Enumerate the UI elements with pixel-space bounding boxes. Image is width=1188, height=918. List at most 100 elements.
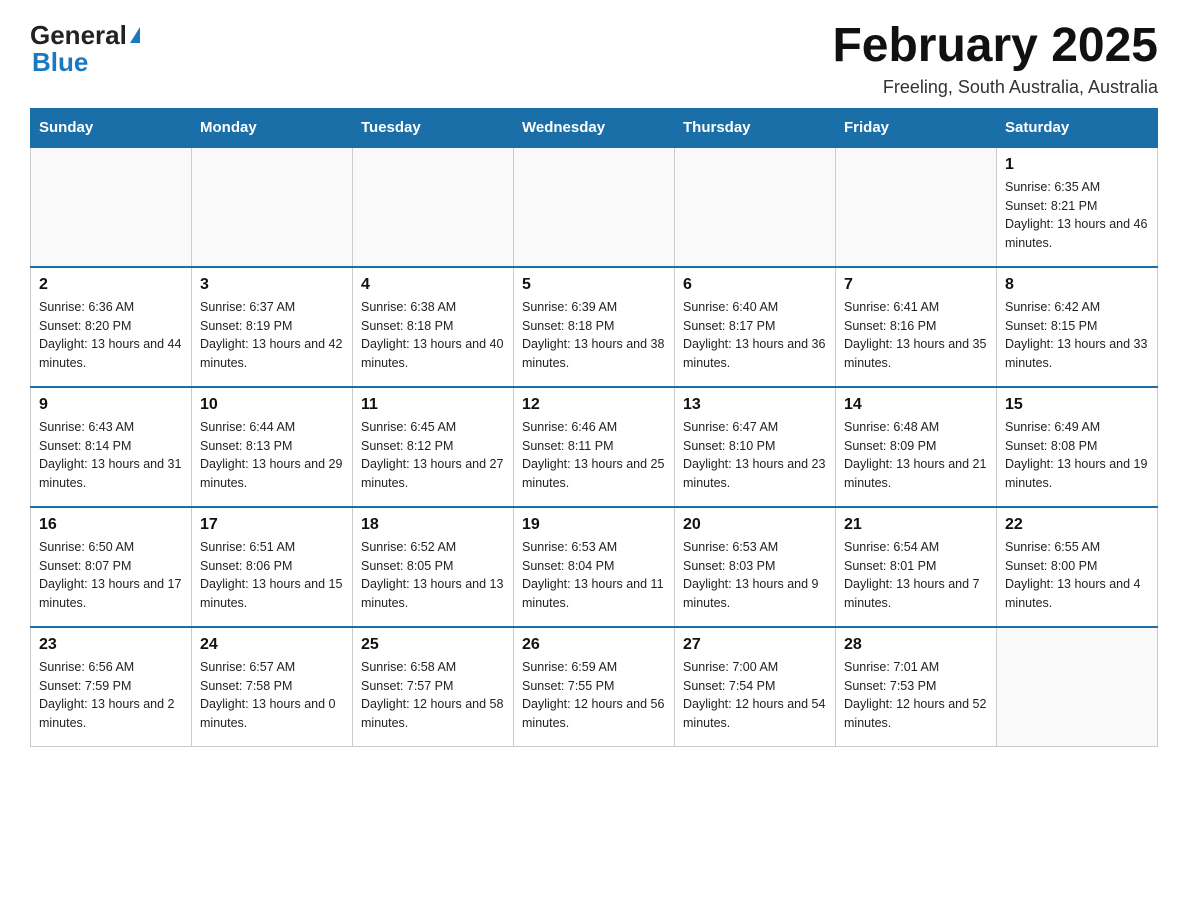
weekday-header-monday: Monday: [192, 108, 353, 147]
day-info: Sunrise: 6:54 AM Sunset: 8:01 PM Dayligh…: [844, 538, 988, 613]
day-info: Sunrise: 6:59 AM Sunset: 7:55 PM Dayligh…: [522, 658, 666, 733]
day-number: 1: [1005, 156, 1149, 174]
calendar-cell: [997, 627, 1158, 747]
page-header: General Blue February 2025 Freeling, Sou…: [30, 20, 1158, 98]
day-number: 9: [39, 396, 183, 414]
day-number: 27: [683, 636, 827, 654]
calendar-cell: 10Sunrise: 6:44 AM Sunset: 8:13 PM Dayli…: [192, 387, 353, 507]
page-title: February 2025: [832, 20, 1158, 73]
day-info: Sunrise: 6:50 AM Sunset: 8:07 PM Dayligh…: [39, 538, 183, 613]
weekday-header-wednesday: Wednesday: [514, 108, 675, 147]
calendar-week-row: 16 Sunrise: 6:50 AM Sunset: 8:07 PM Dayli…: [31, 507, 1158, 627]
calendar-cell: 5 Sunrise: 6:39 AM Sunset: 8:18 PM Daylig…: [514, 267, 675, 387]
calendar-cell: [192, 147, 353, 267]
day-info: Sunrise: 6:39 AM Sunset: 8:18 PM Dayligh…: [522, 298, 666, 373]
calendar-week-row: 9 Sunrise: 6:43 AM Sunset: 8:14 PM Daylig…: [31, 387, 1158, 507]
day-number: 4: [361, 276, 505, 294]
day-number: 2: [39, 276, 183, 294]
title-block: February 2025 Freeling, South Australia,…: [832, 20, 1158, 98]
day-number: 15: [1005, 396, 1149, 414]
calendar-cell: 27Sunrise: 7:00 AM Sunset: 7:54 PM Dayli…: [675, 627, 836, 747]
day-number: 20: [683, 516, 827, 534]
day-number: 14: [844, 396, 988, 414]
day-number: 10: [200, 396, 344, 414]
day-number: 17: [200, 516, 344, 534]
calendar-cell: 18Sunrise: 6:52 AM Sunset: 8:05 PM Dayli…: [353, 507, 514, 627]
calendar-cell: 15 Sunrise: 6:49 AM Sunset: 8:08 PM Dayli…: [997, 387, 1158, 507]
day-info: Sunrise: 6:46 AM Sunset: 8:11 PM Dayligh…: [522, 418, 666, 493]
calendar-cell: 26Sunrise: 6:59 AM Sunset: 7:55 PM Dayli…: [514, 627, 675, 747]
day-info: Sunrise: 6:42 AM Sunset: 8:15 PM Dayligh…: [1005, 298, 1149, 373]
weekday-header-saturday: Saturday: [997, 108, 1158, 147]
calendar-cell: 2 Sunrise: 6:36 AM Sunset: 8:20 PM Daylig…: [31, 267, 192, 387]
day-number: 6: [683, 276, 827, 294]
calendar-cell: 9 Sunrise: 6:43 AM Sunset: 8:14 PM Daylig…: [31, 387, 192, 507]
day-number: 3: [200, 276, 344, 294]
calendar-cell: 4 Sunrise: 6:38 AM Sunset: 8:18 PM Daylig…: [353, 267, 514, 387]
calendar-week-row: 2 Sunrise: 6:36 AM Sunset: 8:20 PM Daylig…: [31, 267, 1158, 387]
day-info: Sunrise: 6:41 AM Sunset: 8:16 PM Dayligh…: [844, 298, 988, 373]
day-info: Sunrise: 6:53 AM Sunset: 8:04 PM Dayligh…: [522, 538, 666, 613]
calendar-cell: [31, 147, 192, 267]
day-info: Sunrise: 6:43 AM Sunset: 8:14 PM Dayligh…: [39, 418, 183, 493]
calendar-week-row: 1 Sunrise: 6:35 AM Sunset: 8:21 PM Daylig…: [31, 147, 1158, 267]
day-number: 12: [522, 396, 666, 414]
calendar-cell: 22 Sunrise: 6:55 AM Sunset: 8:00 PM Dayli…: [997, 507, 1158, 627]
calendar-cell: [836, 147, 997, 267]
weekday-header-sunday: Sunday: [31, 108, 192, 147]
calendar-table: SundayMondayTuesdayWednesdayThursdayFrid…: [30, 108, 1158, 748]
day-info: Sunrise: 6:37 AM Sunset: 8:19 PM Dayligh…: [200, 298, 344, 373]
calendar-cell: 21 Sunrise: 6:54 AM Sunset: 8:01 PM Dayli…: [836, 507, 997, 627]
day-number: 16: [39, 516, 183, 534]
weekday-header-tuesday: Tuesday: [353, 108, 514, 147]
calendar-cell: [675, 147, 836, 267]
day-info: Sunrise: 6:47 AM Sunset: 8:10 PM Dayligh…: [683, 418, 827, 493]
weekday-header-thursday: Thursday: [675, 108, 836, 147]
day-info: Sunrise: 7:01 AM Sunset: 7:53 PM Dayligh…: [844, 658, 988, 733]
day-info: Sunrise: 6:36 AM Sunset: 8:20 PM Dayligh…: [39, 298, 183, 373]
day-info: Sunrise: 6:56 AM Sunset: 7:59 PM Dayligh…: [39, 658, 183, 733]
day-number: 22: [1005, 516, 1149, 534]
day-number: 8: [1005, 276, 1149, 294]
calendar-cell: [353, 147, 514, 267]
weekday-header-friday: Friday: [836, 108, 997, 147]
day-number: 5: [522, 276, 666, 294]
calendar-cell: 28 Sunrise: 7:01 AM Sunset: 7:53 PM Dayli…: [836, 627, 997, 747]
day-info: Sunrise: 6:51 AM Sunset: 8:06 PM Dayligh…: [200, 538, 344, 613]
day-number: 25: [361, 636, 505, 654]
day-info: Sunrise: 6:48 AM Sunset: 8:09 PM Dayligh…: [844, 418, 988, 493]
calendar-week-row: 23 Sunrise: 6:56 AM Sunset: 7:59 PM Dayli…: [31, 627, 1158, 747]
day-number: 23: [39, 636, 183, 654]
calendar-cell: 6Sunrise: 6:40 AM Sunset: 8:17 PM Daylig…: [675, 267, 836, 387]
calendar-cell: 1 Sunrise: 6:35 AM Sunset: 8:21 PM Daylig…: [997, 147, 1158, 267]
day-info: Sunrise: 6:53 AM Sunset: 8:03 PM Dayligh…: [683, 538, 827, 613]
logo-blue: Blue: [30, 47, 88, 78]
calendar-cell: 7Sunrise: 6:41 AM Sunset: 8:16 PM Daylig…: [836, 267, 997, 387]
page-subtitle: Freeling, South Australia, Australia: [832, 77, 1158, 98]
day-number: 28: [844, 636, 988, 654]
calendar-cell: 12 Sunrise: 6:46 AM Sunset: 8:11 PM Dayli…: [514, 387, 675, 507]
day-info: Sunrise: 6:49 AM Sunset: 8:08 PM Dayligh…: [1005, 418, 1149, 493]
calendar-cell: 8 Sunrise: 6:42 AM Sunset: 8:15 PM Daylig…: [997, 267, 1158, 387]
calendar-cell: 19 Sunrise: 6:53 AM Sunset: 8:04 PM Dayli…: [514, 507, 675, 627]
calendar-header-row: SundayMondayTuesdayWednesdayThursdayFrid…: [31, 108, 1158, 147]
calendar-cell: 17 Sunrise: 6:51 AM Sunset: 8:06 PM Dayli…: [192, 507, 353, 627]
calendar-cell: 20 Sunrise: 6:53 AM Sunset: 8:03 PM Dayli…: [675, 507, 836, 627]
day-info: Sunrise: 6:57 AM Sunset: 7:58 PM Dayligh…: [200, 658, 344, 733]
day-info: Sunrise: 6:35 AM Sunset: 8:21 PM Dayligh…: [1005, 178, 1149, 253]
logo-arrow-icon: [130, 27, 140, 43]
day-info: Sunrise: 6:58 AM Sunset: 7:57 PM Dayligh…: [361, 658, 505, 733]
day-number: 21: [844, 516, 988, 534]
day-number: 11: [361, 396, 505, 414]
day-number: 19: [522, 516, 666, 534]
day-info: Sunrise: 6:45 AM Sunset: 8:12 PM Dayligh…: [361, 418, 505, 493]
calendar-cell: 24 Sunrise: 6:57 AM Sunset: 7:58 PM Dayli…: [192, 627, 353, 747]
day-info: Sunrise: 6:38 AM Sunset: 8:18 PM Dayligh…: [361, 298, 505, 373]
day-info: Sunrise: 6:52 AM Sunset: 8:05 PM Dayligh…: [361, 538, 505, 613]
day-number: 24: [200, 636, 344, 654]
calendar-cell: [514, 147, 675, 267]
day-number: 13: [683, 396, 827, 414]
logo: General Blue: [30, 20, 140, 78]
calendar-cell: 14 Sunrise: 6:48 AM Sunset: 8:09 PM Dayli…: [836, 387, 997, 507]
day-info: Sunrise: 6:55 AM Sunset: 8:00 PM Dayligh…: [1005, 538, 1149, 613]
